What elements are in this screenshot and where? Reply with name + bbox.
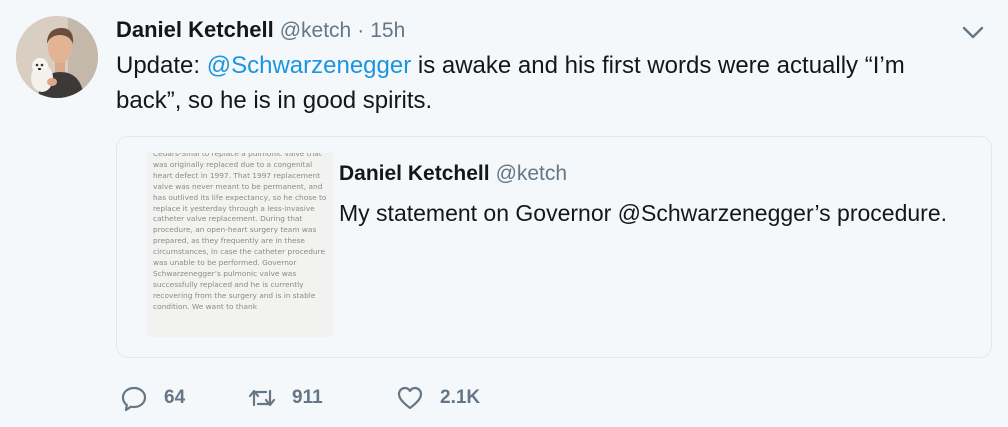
quote-author-name: Daniel Ketchell (339, 162, 490, 185)
author-name[interactable]: Daniel Ketchell (116, 17, 274, 42)
timestamp[interactable]: 15h (370, 19, 405, 42)
tweet-header: Daniel Ketchell @ketch · 15h (116, 12, 405, 48)
quote-thumbnail: Cedars-Sinai to replace a pulmonic valve… (147, 153, 333, 337)
avatar-photo (16, 16, 98, 98)
tweet: Daniel Ketchell @ketch · 15h Update: @Schwa… (0, 0, 1008, 427)
retweet-count: 911 (292, 387, 323, 408)
like-count: 2.1K (440, 387, 481, 408)
tweet-menu-button[interactable] (958, 18, 988, 48)
avatar[interactable] (16, 16, 98, 98)
chevron-down-icon (962, 26, 984, 39)
mention-link[interactable]: @Schwarzenegger (207, 52, 411, 79)
thumbnail-text: Cedars-Sinai to replace a pulmonic valve… (153, 153, 327, 311)
retweet-icon (248, 389, 276, 407)
quote-author-handle: @ketch (495, 162, 568, 185)
tweet-text: Update: @Schwarzenegger is awake and his… (116, 48, 976, 118)
heart-icon (397, 386, 423, 410)
like-button[interactable]: 2.1K (396, 380, 480, 416)
quote-header: Daniel Ketchell @ketch (339, 159, 567, 191)
retweet-button[interactable]: 911 (248, 380, 323, 416)
reply-icon (121, 386, 147, 412)
author-handle[interactable]: @ketch (280, 19, 352, 42)
tweet-text-lead: Update: (116, 52, 207, 79)
separator-dot: · (357, 19, 365, 42)
reply-button[interactable]: 64 (120, 380, 185, 416)
quote-text: My statement on Governor @Schwarzenegger… (339, 200, 948, 226)
reply-count: 64 (164, 387, 186, 408)
quoted-tweet[interactable]: Cedars-Sinai to replace a pulmonic valve… (116, 136, 992, 358)
